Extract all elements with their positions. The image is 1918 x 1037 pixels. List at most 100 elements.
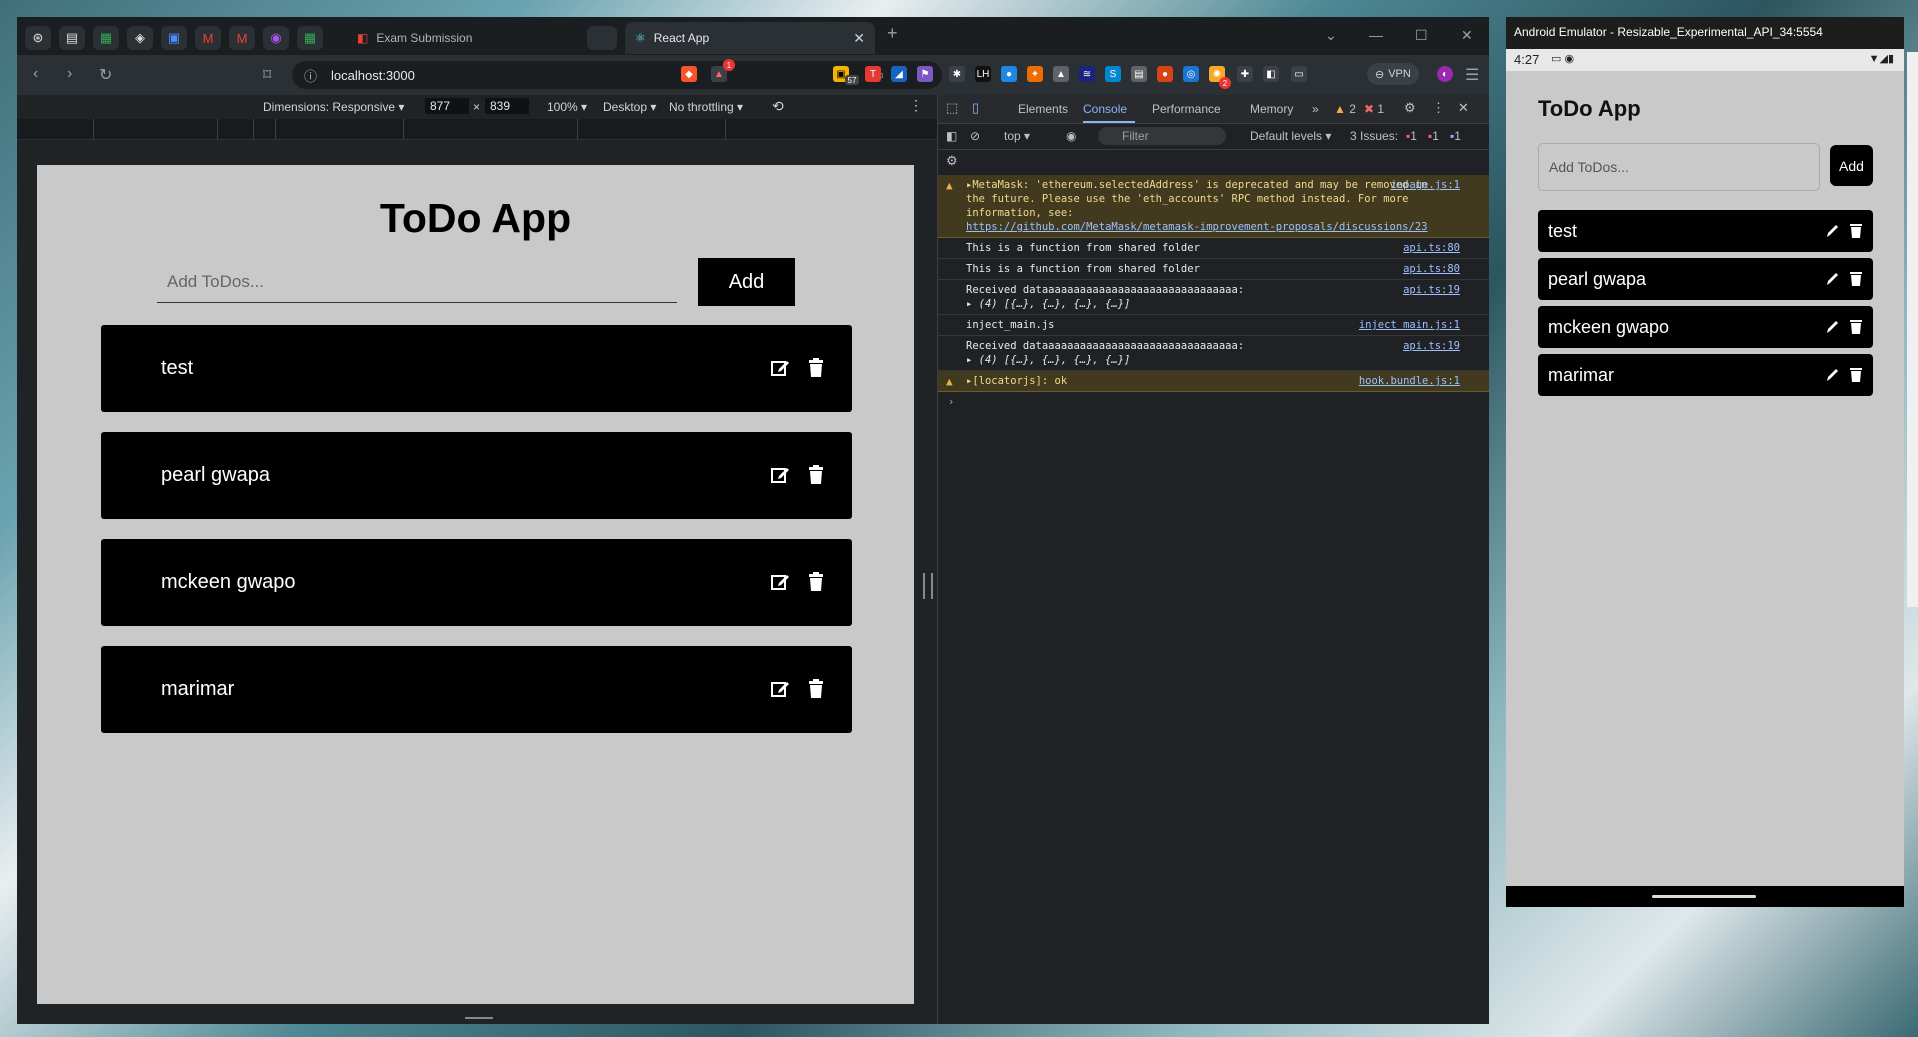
console-prompt[interactable]: › — [938, 392, 1489, 412]
extensions-puzzle-icon[interactable]: ✚ — [1237, 66, 1253, 82]
source-link[interactable]: hook.bundle.js:1 — [1359, 374, 1460, 388]
source-link[interactable]: inpage.js:1 — [1390, 178, 1460, 192]
edit-icon[interactable] — [770, 358, 790, 378]
forward-button[interactable]: › — [67, 65, 72, 83]
source-link[interactable]: inject main.js:1 — [1359, 318, 1460, 332]
source-link[interactable]: api.ts:19 — [1403, 339, 1460, 353]
extension-t-icon[interactable]: T — [865, 66, 881, 82]
close-tab-icon[interactable]: ✕ — [853, 30, 865, 47]
error-count[interactable]: ✖ 1 — [1364, 102, 1384, 116]
site-info-icon[interactable]: ⓘ — [304, 66, 317, 85]
pencil-icon[interactable] — [1825, 367, 1839, 383]
pinned-tab-layers[interactable]: ◈ — [127, 26, 153, 50]
sidebar-icon[interactable]: ◧ — [1263, 66, 1279, 82]
viewport-height-input[interactable]: 839 — [485, 98, 529, 114]
array-preview[interactable]: ▸ (4) [{…}, {…}, {…}, {…}] — [966, 354, 1130, 366]
tab-memory[interactable]: Memory — [1250, 102, 1293, 116]
dimensions-dropdown[interactable]: Dimensions: Responsive ▾ — [263, 100, 404, 114]
tab-blank[interactable] — [587, 26, 617, 50]
edit-icon[interactable] — [770, 572, 790, 592]
tab-exam-submission[interactable]: ◧ Exam Submission — [347, 22, 567, 54]
tab-search-chevron-icon[interactable]: ⌄ — [1325, 27, 1337, 44]
viewport-resize-handle-bottom[interactable] — [465, 1017, 493, 1024]
warning-count[interactable]: ▲ 2 — [1334, 102, 1356, 116]
wallet-icon[interactable]: ▭ — [1291, 66, 1307, 82]
extension-target-icon[interactable]: ◎ — [1183, 66, 1199, 82]
tab-elements[interactable]: Elements — [1018, 102, 1068, 116]
live-expression-eye-icon[interactable]: ◉ — [1066, 129, 1076, 143]
pinned-tab-sheets[interactable]: ▦ — [93, 26, 119, 50]
trash-icon[interactable] — [1849, 367, 1863, 383]
issues-warning-count[interactable]: ▪1 — [1428, 129, 1439, 143]
throttling-dropdown[interactable]: No throttling ▾ — [669, 100, 743, 114]
tab-console[interactable]: Console — [1083, 102, 1127, 116]
extension-a-icon[interactable]: ◢ — [891, 66, 907, 82]
bookmark-icon[interactable]: ⌑ — [263, 65, 271, 85]
pinned-tab-calendar[interactable]: ▣ — [161, 26, 187, 50]
leo-ai-icon[interactable]: ◐ — [1437, 66, 1453, 82]
pinned-tab-gmail-2[interactable]: M — [229, 26, 255, 50]
filter-input[interactable]: Filter — [1098, 127, 1226, 145]
devtools-more-icon[interactable]: ⋮ — [1432, 100, 1445, 116]
extension-wave-icon[interactable]: ≋ — [1079, 66, 1095, 82]
extension-gear-icon[interactable]: ✱ — [949, 66, 965, 82]
mobile-todo-input[interactable] — [1538, 143, 1820, 191]
log-levels-dropdown[interactable]: Default levels ▾ — [1250, 129, 1331, 143]
issues-info-count[interactable]: ▪1 — [1450, 129, 1461, 143]
tab-performance[interactable]: Performance — [1152, 102, 1221, 116]
new-tab-button[interactable]: + — [887, 23, 898, 44]
device-toggle-icon[interactable]: ▯ — [972, 100, 979, 116]
issues-error-count[interactable]: ▪1 — [1406, 129, 1417, 143]
viewport-width-input[interactable]: 877 — [425, 98, 469, 114]
source-link[interactable]: api.ts:80 — [1403, 262, 1460, 276]
add-button[interactable]: Add — [698, 258, 795, 306]
trash-icon[interactable] — [1849, 319, 1863, 335]
device-type-dropdown[interactable]: Desktop ▾ — [603, 100, 656, 114]
source-link[interactable]: api.ts:19 — [1403, 283, 1460, 297]
inspect-icon[interactable]: ⬚ — [946, 100, 958, 116]
pinned-tab-gmail[interactable]: M — [195, 26, 221, 50]
extension-lighthouse-icon[interactable]: LH — [975, 66, 991, 82]
more-tabs-button[interactable]: » — [1312, 102, 1319, 116]
close-devtools-icon[interactable]: ✕ — [1458, 100, 1469, 116]
rotate-icon[interactable]: ⟲ — [772, 98, 784, 115]
source-link[interactable]: api.ts:80 — [1403, 241, 1460, 255]
trash-icon[interactable] — [806, 572, 826, 592]
trash-icon[interactable] — [806, 679, 826, 699]
extension-flag-icon[interactable]: ⚑ — [917, 66, 933, 82]
reload-button[interactable]: ↻ — [99, 65, 112, 85]
trash-icon[interactable] — [806, 465, 826, 485]
edit-icon[interactable] — [770, 465, 790, 485]
pencil-icon[interactable] — [1825, 271, 1839, 287]
extension-drop-icon[interactable]: ● — [1157, 66, 1173, 82]
back-button[interactable]: ‹ — [33, 65, 38, 83]
close-window-button[interactable]: ✕ — [1461, 27, 1473, 44]
viewport-resize-handle-side[interactable] — [923, 573, 933, 599]
home-gesture-handle[interactable] — [1652, 895, 1756, 898]
settings-gear-icon[interactable]: ⚙ — [1404, 100, 1416, 116]
menu-icon[interactable]: ☰ — [1465, 65, 1479, 85]
trash-icon[interactable] — [806, 358, 826, 378]
trash-icon[interactable] — [1849, 271, 1863, 287]
extension-printer-icon[interactable]: ▤ — [1131, 66, 1147, 82]
device-toolbar-more-icon[interactable]: ⋮ — [909, 97, 923, 114]
minimize-button[interactable]: — — [1369, 27, 1383, 43]
trash-icon[interactable] — [1849, 223, 1863, 239]
pencil-icon[interactable] — [1825, 223, 1839, 239]
metamask-link[interactable]: https://github.com/MetaMask/metamask-imp… — [966, 221, 1427, 233]
tab-react-app[interactable]: ⚛ React App ✕ — [625, 22, 875, 54]
issues-label[interactable]: 3 Issues: — [1350, 129, 1398, 143]
brave-shield-icon[interactable]: ◆ — [681, 66, 697, 82]
array-preview[interactable]: ▸ (4) [{…}, {…}, {…}, {…}] — [966, 298, 1130, 310]
todo-input[interactable] — [157, 261, 677, 303]
console-settings-gear-icon[interactable]: ⚙ — [946, 153, 958, 169]
context-selector[interactable]: top ▾ — [1004, 129, 1030, 143]
pinned-tab-chatgpt[interactable]: ⊛ — [25, 26, 51, 50]
extension-s-icon[interactable]: S — [1105, 66, 1121, 82]
edit-icon[interactable] — [770, 679, 790, 699]
extension-circle-icon[interactable]: ● — [1001, 66, 1017, 82]
zoom-dropdown[interactable]: 100% ▾ — [547, 100, 587, 114]
maximize-button[interactable]: ☐ — [1415, 27, 1428, 44]
pinned-tab-messenger[interactable]: ◉ — [263, 26, 289, 50]
clear-console-icon[interactable]: ⊘ — [970, 129, 980, 143]
